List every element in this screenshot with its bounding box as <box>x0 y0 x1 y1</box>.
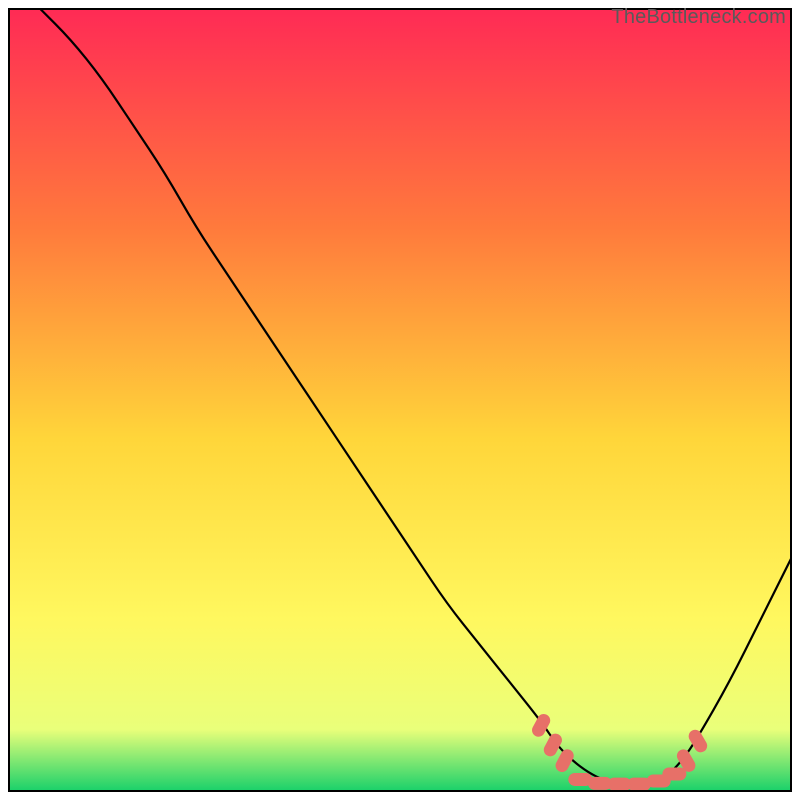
bottleneck-chart <box>8 8 792 792</box>
watermark-text: TheBottleneck.com <box>611 6 786 29</box>
highlight-dot <box>662 767 686 780</box>
gradient-background <box>8 8 792 792</box>
chart-container <box>8 8 792 792</box>
